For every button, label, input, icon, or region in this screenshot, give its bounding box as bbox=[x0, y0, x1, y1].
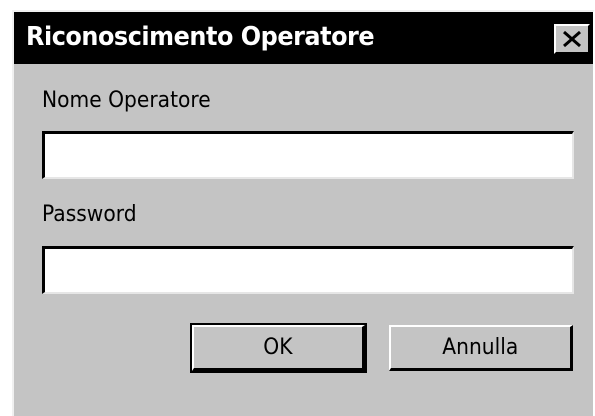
cancel-button-label: Annulla bbox=[442, 335, 519, 360]
dialog-title: Riconoscimento Operatore bbox=[26, 22, 375, 52]
close-button[interactable] bbox=[554, 24, 590, 54]
ok-button[interactable]: OK bbox=[190, 323, 367, 373]
password-label: Password bbox=[42, 202, 137, 227]
cancel-button[interactable]: Annulla bbox=[389, 325, 573, 371]
title-bar[interactable]: Riconoscimento Operatore bbox=[14, 12, 593, 64]
password-input[interactable] bbox=[42, 246, 574, 294]
login-dialog: Riconoscimento Operatore Nome Operatore … bbox=[12, 10, 595, 416]
operator-name-input[interactable] bbox=[42, 131, 574, 179]
operator-name-label: Nome Operatore bbox=[42, 88, 211, 113]
ok-button-label: OK bbox=[263, 335, 293, 360]
